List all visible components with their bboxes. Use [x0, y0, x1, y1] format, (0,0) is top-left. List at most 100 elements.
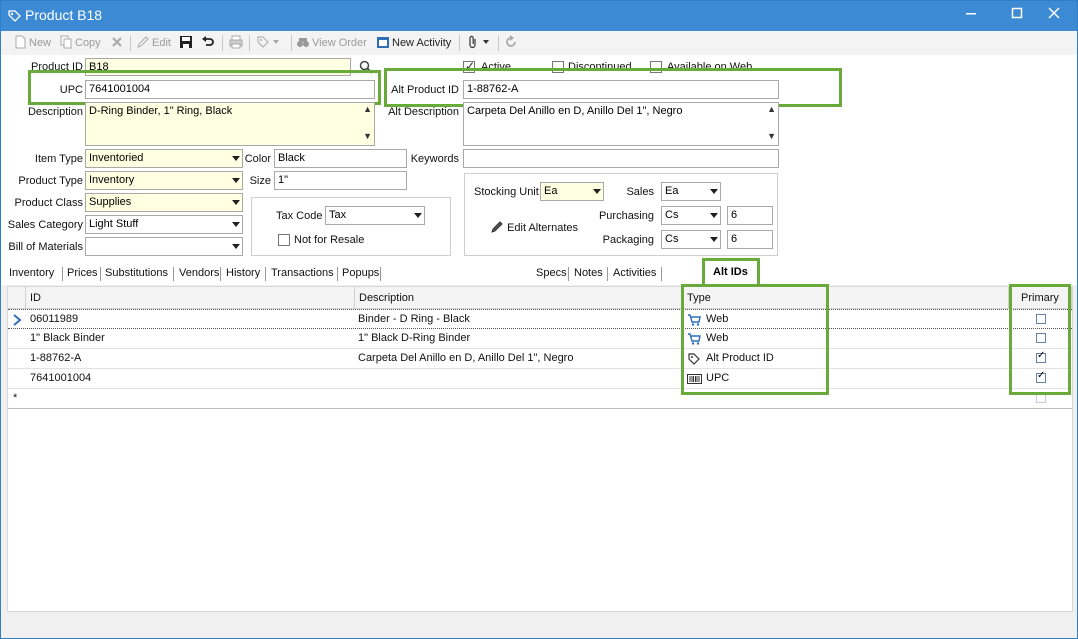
refresh-button[interactable]: [504, 34, 520, 52]
bill-of-materials-select[interactable]: [85, 237, 243, 256]
minimize-icon: [966, 13, 976, 15]
tab-separator: [607, 267, 608, 281]
tab-prices[interactable]: Prices: [67, 267, 98, 279]
chevron-down-icon: [593, 189, 601, 194]
undo-button[interactable]: [201, 34, 217, 52]
refresh-icon: [506, 35, 516, 47]
purchasing-qty-field[interactable]: 6: [727, 206, 773, 225]
packaging-qty-field[interactable]: 6: [727, 230, 773, 249]
tab-separator: [100, 267, 101, 281]
cell-id: 1" Black Binder: [30, 332, 105, 344]
keywords-field[interactable]: [463, 149, 779, 168]
binoculars-icon: [297, 38, 309, 47]
alt-description-field[interactable]: Carpeta Del Anillo en D, Anillo Del 1", …: [463, 102, 779, 146]
maximize-button[interactable]: [1002, 3, 1032, 27]
table-row[interactable]: 1-88762-A Carpeta Del Anillo en D, Anill…: [8, 349, 1072, 369]
print-button[interactable]: [229, 34, 245, 52]
title-bar: Product B18: [1, 1, 1077, 31]
toolbar-separator: [222, 35, 223, 51]
upc-field[interactable]: 7641001004: [85, 80, 375, 99]
tab-popups[interactable]: Popups: [342, 267, 379, 279]
chevron-down-icon: [232, 222, 240, 227]
alt-product-id-label: Alt Product ID: [391, 84, 459, 96]
product-class-value: Supplies: [89, 196, 132, 208]
row-header-column: [8, 287, 26, 309]
stocking-unit-select[interactable]: Ea: [540, 182, 604, 201]
not-for-resale-checkbox[interactable]: [278, 234, 290, 246]
tax-code-value: Tax: [329, 209, 347, 221]
color-field[interactable]: Black: [274, 149, 407, 168]
scroll-up-icon[interactable]: ▲: [363, 104, 372, 114]
tag-icon: [257, 36, 269, 48]
cell-id: 1-88762-A: [30, 352, 82, 364]
product-class-select[interactable]: Supplies: [85, 193, 243, 212]
attachment-dropdown-button[interactable]: [466, 34, 490, 52]
tab-substitutions[interactable]: Substitutions: [105, 267, 168, 279]
tab-separator: [220, 267, 221, 281]
close-icon: [1048, 7, 1060, 19]
view-order-button[interactable]: View Order: [296, 34, 367, 52]
cell-description: Binder - D Ring - Black: [358, 313, 470, 325]
tag-icon: [8, 10, 21, 22]
tax-code-select[interactable]: Tax: [325, 206, 425, 225]
tab-vendors[interactable]: Vendors: [179, 267, 219, 279]
new-document-icon: [15, 35, 26, 49]
new-button[interactable]: New: [13, 34, 51, 52]
product-type-select[interactable]: Inventory: [85, 171, 243, 190]
cell-description: Carpeta Del Anillo en D, Anillo Del 1", …: [358, 352, 574, 364]
tag-dropdown-button[interactable]: [256, 34, 280, 52]
sales-category-label: Sales Category: [7, 219, 83, 231]
product-type-value: Inventory: [89, 174, 135, 186]
sales-unit-select[interactable]: Ea: [661, 182, 721, 201]
sales-category-value: Light Stuff: [89, 218, 139, 230]
table-row[interactable]: 06011989 Binder - D Ring - Black Web: [8, 309, 1072, 329]
table-row[interactable]: 7641001004 UPC ✓: [8, 369, 1072, 389]
minimize-button[interactable]: [956, 3, 986, 27]
edit-button[interactable]: Edit: [136, 34, 171, 52]
new-activity-label: New Activity: [392, 37, 452, 49]
tab-strip: Inventory Prices Substitutions Vendors H…: [1, 258, 1077, 287]
tab-notes[interactable]: Notes: [574, 267, 603, 279]
packaging-unit-select[interactable]: Cs: [661, 230, 721, 249]
tab-alt-ids[interactable]: Alt IDs: [702, 258, 760, 287]
item-type-value: Inventoried: [89, 152, 144, 164]
tab-transactions[interactable]: Transactions: [271, 267, 334, 279]
purchasing-label: Purchasing: [598, 210, 654, 222]
tab-history[interactable]: History: [226, 267, 260, 279]
scroll-down-icon[interactable]: ▼: [767, 131, 776, 141]
size-label: Size: [249, 175, 271, 187]
color-label: Color: [244, 153, 271, 165]
primary-column-highlight: [1009, 284, 1071, 395]
copy-button[interactable]: Copy: [59, 34, 101, 52]
edit-alternates-button[interactable]: Edit Alternates: [490, 220, 578, 234]
tab-alt-ids-label: Alt IDs: [713, 266, 748, 278]
new-activity-button[interactable]: New Activity: [376, 34, 451, 52]
description-field[interactable]: D-Ring Binder, 1" Ring, Black ▲ ▼: [85, 102, 375, 146]
purchasing-unit-select[interactable]: Cs: [661, 206, 721, 225]
scroll-up-icon[interactable]: ▲: [767, 104, 776, 114]
chevron-down-icon: [710, 213, 718, 218]
tab-inventory[interactable]: Inventory: [9, 267, 54, 279]
paperclip-icon: [469, 35, 476, 49]
scroll-down-icon[interactable]: ▼: [363, 131, 372, 141]
product-type-label: Product Type: [18, 175, 83, 187]
table-row[interactable]: 1" Black Binder 1" Black D-Ring Binder W…: [8, 329, 1072, 349]
tab-separator: [568, 267, 569, 281]
tab-separator: [173, 267, 174, 281]
size-field[interactable]: 1": [274, 171, 407, 190]
new-row[interactable]: *: [8, 389, 1072, 409]
tab-specs[interactable]: Specs: [536, 267, 567, 279]
column-header-description[interactable]: Description: [355, 287, 683, 309]
delete-button[interactable]: [110, 34, 126, 52]
item-type-select[interactable]: Inventoried: [85, 149, 243, 168]
save-button[interactable]: [179, 34, 195, 52]
stocking-unit-label: Stocking Unit: [474, 186, 539, 198]
tab-activities[interactable]: Activities: [613, 267, 656, 279]
pencil-icon: [491, 221, 503, 233]
alt-product-id-field[interactable]: 1-88762-A: [463, 80, 779, 99]
close-button[interactable]: [1039, 3, 1069, 27]
new-row-marker: *: [13, 392, 18, 404]
sales-category-select[interactable]: Light Stuff: [85, 215, 243, 234]
column-header-id[interactable]: ID: [26, 287, 355, 309]
save-icon: [180, 36, 192, 48]
